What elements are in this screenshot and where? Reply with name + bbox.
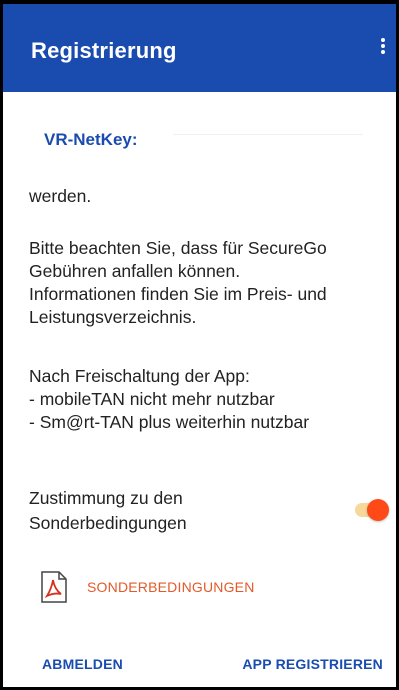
more-vert-icon[interactable]	[376, 36, 390, 66]
toggle-thumb	[367, 499, 389, 521]
registration-screen: Registrierung VR-NetKey: werden. Bitte b…	[3, 4, 396, 687]
sonderbedingungen-label: SONDERBEDINGUNGEN	[87, 579, 255, 595]
register-app-button[interactable]: APP REGISTRIEREN	[242, 656, 383, 672]
vr-netkey-input[interactable]	[173, 134, 363, 135]
text-line: Bitte beachten Sie, dass für SecureGo	[29, 238, 327, 258]
text-line: Nach Freischaltung der App:	[29, 366, 250, 386]
text-line: Leistungsverzeichnis.	[29, 307, 197, 327]
activation-notice: Nach Freischaltung der App: - mobileTAN …	[29, 365, 309, 434]
logout-button[interactable]: ABMELDEN	[42, 656, 123, 672]
consent-label-line2: Sonderbedingungen	[29, 513, 187, 533]
text-line: werden.	[29, 186, 92, 206]
vr-netkey-label: VR-NetKey:	[44, 130, 138, 149]
consent-toggle[interactable]	[353, 499, 393, 521]
text-line: Gebühren anfallen können.	[29, 261, 241, 281]
fees-notice: Bitte beachten Sie, dass für SecureGo Ge…	[29, 237, 327, 329]
sonderbedingungen-link[interactable]: SONDERBEDINGUNGEN	[41, 571, 255, 603]
text-line: - mobileTAN nicht mehr nutzbar	[29, 389, 275, 409]
text-line: - Sm@rt-TAN plus weiterhin nutzbar	[29, 412, 310, 432]
pdf-icon	[41, 571, 67, 603]
partial-text: werden.	[29, 185, 91, 208]
app-bar: Registrierung	[3, 4, 396, 92]
page-title: Registrierung	[31, 38, 177, 63]
consent-label: Zustimmung zu den Sonderbedingungen	[29, 486, 187, 536]
vr-netkey-field[interactable]: VR-NetKey:	[3, 92, 396, 174]
consent-label-line1: Zustimmung zu den	[29, 488, 183, 508]
text-line: Informationen finden Sie im Preis- und	[29, 284, 327, 304]
